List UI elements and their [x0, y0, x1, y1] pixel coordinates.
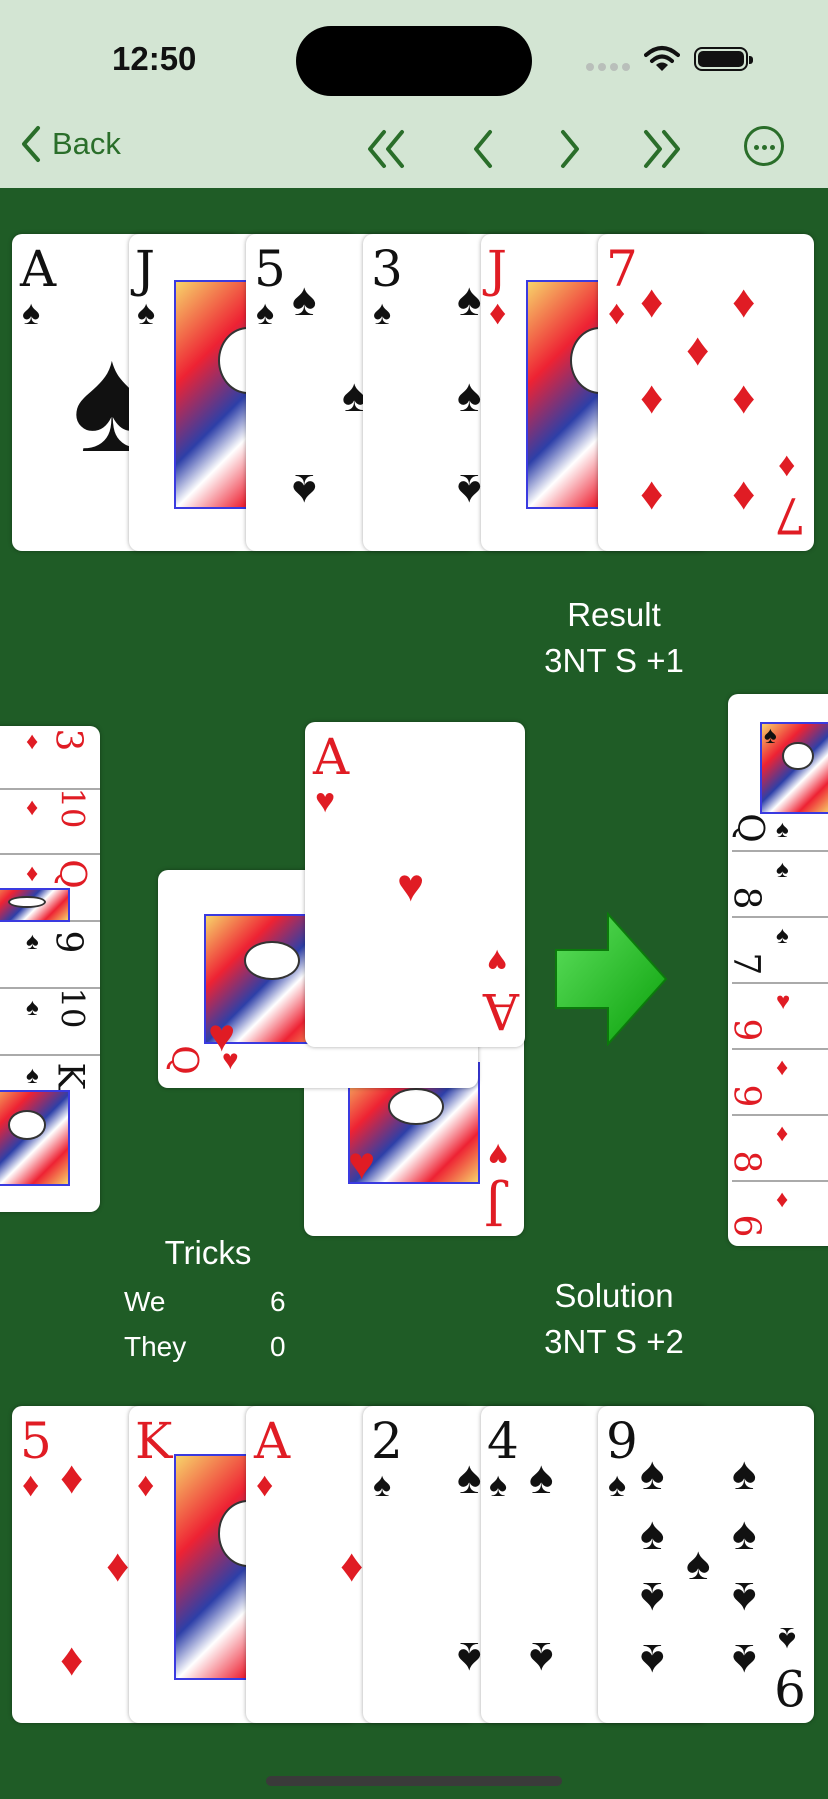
diamond-icon: ♦ [106, 1539, 130, 1591]
east-card-4-suit: ♥ [776, 988, 791, 1015]
chevron-left-icon [22, 126, 40, 162]
last-trick-button[interactable] [636, 124, 686, 174]
west-card-6-rank: K [49, 1062, 91, 1090]
spade-icon: ♠ [457, 465, 482, 517]
west-card-5-suit: ♠ [26, 994, 39, 1021]
battery-icon [694, 47, 753, 71]
solution-panel: Solution 3NT S +2 [512, 1277, 716, 1361]
diamond-icon: ♦ [60, 1451, 84, 1503]
west-card-2-suit: ♦ [26, 794, 39, 821]
east-card-5-suit: ♦ [776, 1054, 789, 1081]
east-card-1-suit: ♠ [776, 816, 789, 843]
diamond-icon: ♦ [60, 1633, 84, 1685]
spade-icon: ♠ [732, 1573, 757, 1625]
diamond-icon: ♦ [340, 1539, 364, 1591]
spade-icon: ♠ [640, 1635, 665, 1687]
west-card-3-suit: ♦ [26, 860, 39, 887]
west-card-4-suit: ♠ [26, 928, 39, 955]
spade-icon: ♠ [292, 273, 317, 325]
diamond-icon: ♦ [640, 371, 664, 423]
west-card-4-rank: 9 [47, 930, 89, 954]
diamond-icon: ♦ [640, 467, 664, 519]
spade-icon: ♠ [292, 465, 317, 517]
king-face-icon [0, 1090, 70, 1186]
spade-icon: ♠ [529, 1451, 554, 1503]
status-time: 12:50 [112, 40, 197, 77]
navigation-bar: 12:50 Back [0, 0, 828, 188]
trick-card-north: A ♥ ♥ ♥ A [305, 722, 525, 1047]
spade-icon: ♠ [640, 1573, 665, 1625]
back-button[interactable]: Back [20, 125, 121, 163]
heart-icon: ♥ [348, 1137, 376, 1189]
east-card-1-rank: Q [728, 813, 770, 843]
tricks-we-value: 6 [270, 1286, 286, 1317]
spade-icon: ♠ [457, 1451, 482, 1503]
east-card-2-rank: 8 [725, 886, 767, 910]
tricks-they-label: They [124, 1331, 187, 1362]
spade-icon: ♠ [732, 1447, 757, 1499]
tricks-title: Tricks [164, 1234, 252, 1271]
spade-icon: ♠ [529, 1633, 554, 1685]
more-options-button[interactable] [744, 126, 784, 166]
wifi-icon [644, 46, 680, 71]
spade-icon: ♠ [457, 273, 482, 325]
west-card-5-rank: 10 [53, 987, 92, 1029]
south-card-6[interactable]: 9 ♠ ♠ ♠ ♠ ♠ ♠ ♠ ♠ ♠ ♠ 9 ♠ [598, 1406, 814, 1723]
east-card-1-suit-top: ♠ [764, 722, 777, 749]
spade-icon: ♠ [640, 1447, 665, 1499]
spade-icon: ♠ [457, 1633, 482, 1685]
spade-icon: ♠ [457, 369, 482, 421]
diamond-icon: ♦ [732, 275, 756, 327]
east-card-3-rank: 7 [725, 952, 767, 976]
spade-icon: ♠ [640, 1507, 665, 1559]
spade-icon: ♠ [732, 1507, 757, 1559]
east-card-2-suit: ♠ [776, 856, 789, 883]
spade-icon: ♠ [732, 1635, 757, 1687]
diamond-icon: ♦ [732, 371, 756, 423]
spade-icon: ♠ [686, 1537, 711, 1589]
home-indicator[interactable] [266, 1776, 562, 1786]
diamond-icon: ♦ [640, 275, 664, 327]
solution-title: Solution [554, 1277, 674, 1314]
east-card-7-rank: 6 [725, 1214, 767, 1238]
cellular-signal-icon [586, 63, 632, 71]
result-panel: Result 3NT S +1 [512, 596, 716, 680]
north-card-6[interactable]: 7 ♦ ♦ ♦ ♦ ♦ ♦ ♦ ♦ 7 ♦ [598, 234, 814, 551]
east-card-3-suit: ♠ [776, 922, 789, 949]
first-trick-button[interactable] [362, 124, 412, 174]
heart-icon: ♥ [397, 859, 425, 911]
tricks-we-label: We [124, 1286, 166, 1317]
east-card-4-rank: 9 [725, 1018, 767, 1042]
tricks-they-value: 0 [270, 1331, 286, 1362]
west-card-2-rank: 10 [53, 787, 92, 829]
next-trick-button[interactable] [545, 124, 595, 174]
result-value: 3NT S +1 [544, 642, 684, 679]
east-card-6-suit: ♦ [776, 1120, 789, 1147]
diamond-icon: ♦ [732, 467, 756, 519]
west-card-3-rank: Q [50, 859, 92, 889]
back-label: Back [52, 126, 121, 161]
dynamic-island [296, 26, 532, 96]
previous-trick-button[interactable] [458, 124, 508, 174]
diamond-icon: ♦ [686, 323, 710, 375]
east-card-5-rank: 9 [725, 1084, 767, 1108]
east-card-6-rank: 8 [725, 1150, 767, 1174]
green-arrow-right-icon [555, 912, 668, 1046]
solution-value: 3NT S +2 [544, 1323, 684, 1360]
queen-face-icon [0, 888, 70, 922]
east-card-7-suit: ♦ [776, 1186, 789, 1213]
west-card-1-suit: ♦ [26, 728, 39, 755]
result-title: Result [567, 596, 661, 633]
west-card-1-rank: 3 [47, 728, 89, 752]
west-card-6-suit: ♠ [26, 1062, 39, 1089]
